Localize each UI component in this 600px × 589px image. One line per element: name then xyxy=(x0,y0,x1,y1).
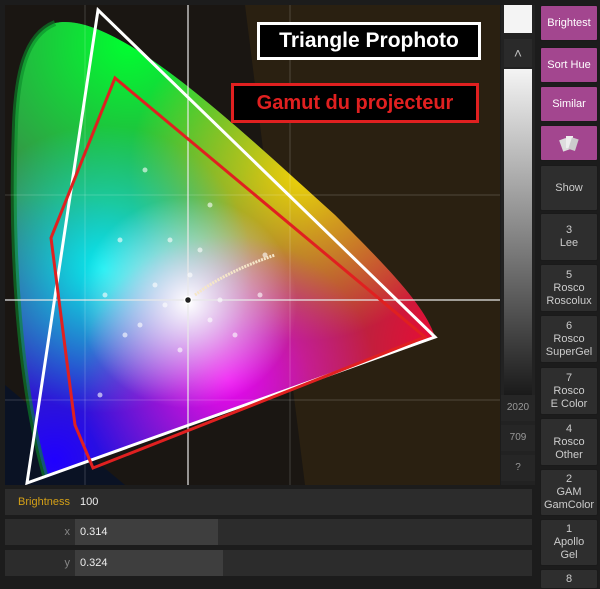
gel-button-text: 2 xyxy=(565,473,573,485)
gel-button-text: SuperGel xyxy=(545,345,593,358)
swatch-fan-icon xyxy=(559,136,579,152)
gel-button-other[interactable]: 4 Rosco Other xyxy=(540,418,598,466)
gel-button-text: Other xyxy=(555,448,583,461)
brightness-value[interactable]: 100 xyxy=(80,489,98,515)
x-value[interactable]: 0.314 xyxy=(80,519,108,545)
chromaticity-diagram[interactable]: Triangle Prophoto Gamut du projecteur xyxy=(5,5,500,485)
gel-button-text: Similar xyxy=(552,97,586,110)
gel-button-text: Rosco xyxy=(553,332,585,345)
gel-button-text: E Color xyxy=(550,397,588,410)
gel-button-text: Roscolux xyxy=(546,294,592,307)
y-value[interactable]: 0.324 xyxy=(80,550,108,576)
x-row[interactable]: x 0.314 xyxy=(5,519,532,545)
rec2020-mark[interactable]: 2020 xyxy=(501,395,535,421)
slider-up-button[interactable]: ˄ xyxy=(504,39,532,67)
gel-button-text: 6 xyxy=(565,319,573,332)
help-mark[interactable]: ? xyxy=(501,455,535,481)
gel-button-lee[interactable]: 3 Lee xyxy=(540,213,598,261)
gel-button-roscolux[interactable]: 5 Rosco Roscolux xyxy=(540,264,598,312)
gel-button-text: Lee xyxy=(559,237,579,249)
x-label: x xyxy=(64,526,71,538)
gel-button-similar[interactable]: Similar xyxy=(540,86,598,122)
gel-button-sort-hue[interactable]: Sort Hue xyxy=(540,47,598,83)
y-row[interactable]: y 0.324 xyxy=(5,550,532,576)
gel-button-text: Rosco xyxy=(553,281,585,294)
gel-button-e-color[interactable]: 7 Rosco E Color xyxy=(540,367,598,415)
gel-button-swatch[interactable] xyxy=(540,125,598,161)
brightness-label: Brightness xyxy=(18,496,70,508)
rec709-mark[interactable]: 709 xyxy=(501,425,535,451)
gel-button-text: Apollo xyxy=(553,536,585,548)
chromaticity-plot[interactable] xyxy=(5,5,500,485)
gel-button-text: 4 xyxy=(565,422,573,435)
gel-button-text: 1 xyxy=(565,523,573,535)
gel-button-text: Brightest xyxy=(547,16,591,29)
gel-button-text: GamColor xyxy=(543,499,595,511)
y-label: y xyxy=(64,557,71,569)
gel-button-brightest[interactable]: Brightest xyxy=(540,5,598,41)
slider-track[interactable] xyxy=(504,69,532,395)
color-swatch xyxy=(504,5,532,33)
gel-button-8[interactable]: 8 xyxy=(540,569,598,589)
gel-button-supergel[interactable]: 6 Rosco SuperGel xyxy=(540,315,598,363)
brightness-row[interactable]: Brightness 100 xyxy=(5,489,532,515)
gel-button-gamcolor[interactable]: 2 GAM GamColor xyxy=(540,469,598,516)
white-point-marker[interactable] xyxy=(183,295,193,305)
gel-button-gel[interactable]: 1 Apollo Gel xyxy=(540,519,598,566)
gel-button-text: Rosco xyxy=(553,384,585,397)
gel-button-show[interactable]: Show xyxy=(540,165,598,211)
prophoto-label: Triangle Prophoto xyxy=(257,22,481,60)
gel-button-text: 8 xyxy=(565,572,573,585)
gel-button-text: 7 xyxy=(565,371,573,384)
projector-label: Gamut du projecteur xyxy=(231,83,479,123)
gel-button-text: Sort Hue xyxy=(547,58,591,71)
gel-button-text: 5 xyxy=(565,268,573,281)
gel-button-text: Show xyxy=(555,181,583,194)
brightness-slider[interactable]: ˄ 2020 709 ? xyxy=(501,5,535,485)
gel-button-text: GAM xyxy=(556,486,582,498)
gel-button-text: 3 xyxy=(565,224,573,236)
gel-button-text: Rosco xyxy=(553,435,585,448)
gel-button-text: Gel xyxy=(560,549,578,561)
